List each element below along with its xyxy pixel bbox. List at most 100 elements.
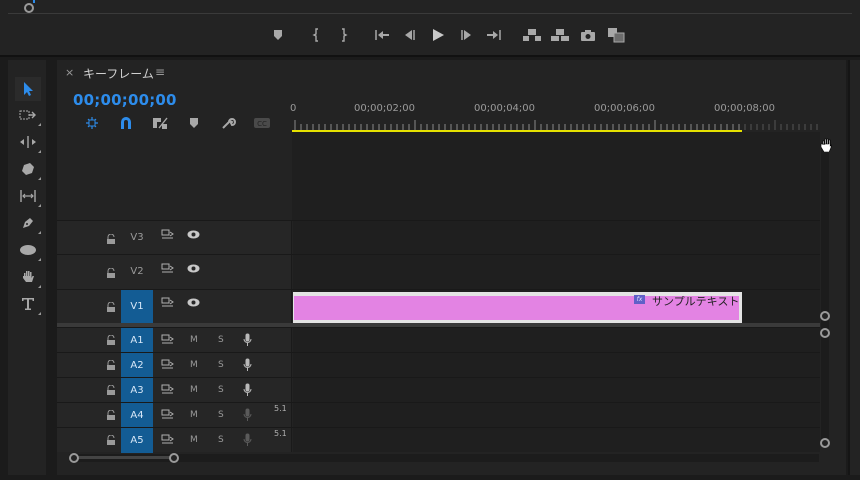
add-marker-button[interactable]	[264, 24, 292, 46]
snap-button[interactable]	[109, 114, 143, 132]
ripple-edit-tool[interactable]	[15, 130, 41, 154]
lift-button[interactable]	[518, 24, 546, 46]
mute-button[interactable]: M	[190, 385, 198, 395]
zoom-scroll-handle[interactable]	[24, 3, 34, 13]
microphone-icon[interactable]	[243, 408, 252, 422]
close-tab-button[interactable]: ×	[65, 66, 74, 79]
microphone-icon[interactable]	[243, 333, 252, 347]
extract-button[interactable]	[546, 24, 574, 46]
text-clip[interactable]: fx サンプルテキスト	[293, 292, 742, 323]
track-lane[interactable]	[293, 328, 820, 352]
microphone-icon[interactable]	[243, 383, 252, 397]
solo-button[interactable]: S	[218, 360, 224, 370]
track-name[interactable]: V2	[121, 266, 153, 277]
scroll-track[interactable]	[69, 454, 819, 462]
audio-zoom-handle-bottom[interactable]	[820, 438, 830, 448]
eye-icon[interactable]	[187, 230, 200, 239]
track-lane[interactable]: fx サンプルテキスト	[293, 290, 820, 323]
track-name[interactable]: V3	[121, 232, 153, 243]
sync-lock-icon[interactable]	[161, 229, 174, 240]
solo-button[interactable]: S	[218, 410, 224, 420]
sync-lock-icon[interactable]	[161, 359, 174, 370]
sync-lock-icon[interactable]	[161, 263, 174, 274]
mute-button[interactable]: M	[190, 435, 198, 445]
audio-zoom-handle-top[interactable]	[820, 328, 830, 338]
panel-menu-button[interactable]: ≡	[155, 65, 165, 79]
scroll-track[interactable]	[821, 144, 829, 444]
track-lane[interactable]	[293, 221, 820, 254]
sequence-title[interactable]: キーフレーム	[83, 65, 154, 82]
type-tool[interactable]	[15, 292, 41, 316]
time-ruler[interactable]: 0 00;00;02;00 00;00;04;00 00;00;06;00 00…	[290, 100, 822, 132]
track-lane[interactable]	[293, 378, 820, 402]
captions-button[interactable]: CC	[245, 114, 279, 132]
sync-lock-icon[interactable]	[161, 334, 174, 345]
track-lane[interactable]	[293, 353, 820, 377]
track-target[interactable]: A3	[121, 378, 153, 403]
track-area-empty[interactable]	[292, 132, 820, 220]
play-button[interactable]	[424, 24, 452, 46]
sync-lock-icon[interactable]	[161, 384, 174, 395]
lock-icon[interactable]	[106, 234, 116, 244]
lock-icon[interactable]	[106, 360, 116, 370]
tools-panel	[8, 60, 46, 475]
hand-tool[interactable]	[15, 265, 41, 289]
mute-button[interactable]: M	[190, 360, 198, 370]
track-lane[interactable]	[293, 403, 820, 427]
monitor-playhead[interactable]	[33, 0, 35, 3]
video-zoom-handle[interactable]	[820, 311, 830, 321]
microphone-icon[interactable]	[243, 433, 252, 447]
solo-button[interactable]: S	[218, 435, 224, 445]
track-target[interactable]: A4	[121, 403, 153, 428]
microphone-icon[interactable]	[243, 358, 252, 372]
eye-icon[interactable]	[187, 298, 200, 307]
lock-icon[interactable]	[106, 268, 116, 278]
mark-out-button[interactable]	[330, 24, 358, 46]
lock-icon[interactable]	[106, 385, 116, 395]
eye-icon[interactable]	[187, 264, 200, 273]
zoom-handle-left[interactable]	[69, 453, 79, 463]
ellipse-tool[interactable]	[15, 238, 41, 262]
solo-button[interactable]: S	[218, 335, 224, 345]
track-select-tool[interactable]	[15, 103, 41, 127]
lock-icon[interactable]	[106, 435, 116, 445]
timeline-settings-button[interactable]	[211, 114, 245, 132]
nest-sequence-button[interactable]	[75, 114, 109, 132]
track-lane[interactable]	[293, 428, 820, 452]
sync-lock-icon[interactable]	[161, 297, 174, 308]
razor-tool[interactable]	[15, 157, 41, 181]
compare-view-button[interactable]	[602, 24, 630, 46]
lock-icon[interactable]	[106, 410, 116, 420]
sync-lock-icon[interactable]	[161, 409, 174, 420]
scroll-thumb[interactable]	[73, 456, 175, 459]
sync-lock-icon[interactable]	[161, 434, 174, 445]
linked-selection-button[interactable]	[143, 114, 177, 132]
track-lane[interactable]	[293, 255, 820, 289]
slip-tool[interactable]	[15, 184, 41, 208]
mark-in-button[interactable]	[302, 24, 330, 46]
track-target[interactable]: A1	[121, 328, 153, 353]
timeline-add-marker-button[interactable]	[177, 114, 211, 132]
vertical-scrollbar[interactable]	[819, 138, 832, 454]
monitor-scrub-bar[interactable]	[8, 0, 852, 14]
solo-button[interactable]: S	[218, 385, 224, 395]
selection-tool[interactable]	[15, 77, 41, 101]
lock-icon[interactable]	[106, 335, 116, 345]
track-target[interactable]: A5	[121, 428, 153, 453]
horizontal-scrollbar[interactable]	[69, 452, 819, 464]
playhead-timecode[interactable]: 00;00;00;00	[73, 91, 177, 109]
audio-track-a5: A5 M S 5.1	[57, 427, 820, 453]
compare-icon	[608, 28, 625, 43]
export-frame-button[interactable]	[574, 24, 602, 46]
zoom-handle-right[interactable]	[169, 453, 179, 463]
mute-button[interactable]: M	[190, 335, 198, 345]
pen-tool[interactable]	[15, 211, 41, 235]
track-target-v1[interactable]: V1	[121, 290, 153, 324]
step-forward-button[interactable]	[452, 24, 480, 46]
go-to-out-button[interactable]	[480, 24, 508, 46]
track-target[interactable]: A2	[121, 353, 153, 378]
mute-button[interactable]: M	[190, 410, 198, 420]
step-back-button[interactable]	[396, 24, 424, 46]
lock-icon[interactable]	[106, 302, 116, 312]
go-to-in-button[interactable]	[368, 24, 396, 46]
